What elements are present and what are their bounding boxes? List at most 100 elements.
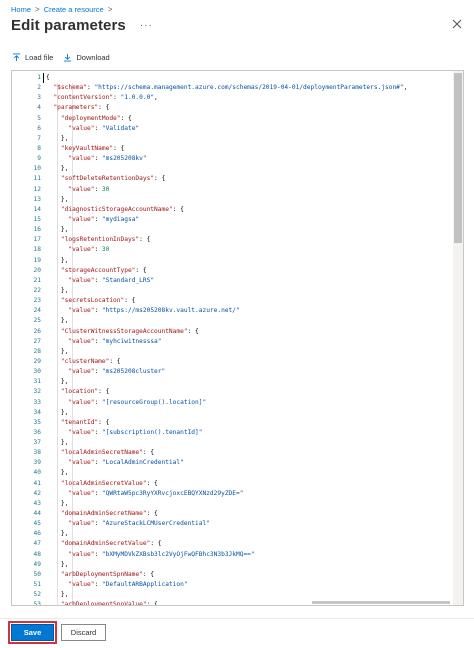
code-line: "value": 30 [46, 245, 451, 255]
line-number: 3 [37, 94, 41, 102]
footer-divider [0, 618, 474, 619]
code-token: }, [46, 317, 69, 325]
line-number: 38 [33, 449, 41, 457]
code-token: }, [46, 560, 69, 568]
code-token: "domainAdminSecretValue" [46, 540, 151, 548]
code-line: "value": "ms205208kv" [46, 154, 451, 164]
load-file-button[interactable]: Load file [12, 53, 53, 62]
discard-button[interactable]: Discard [61, 624, 106, 641]
code-token: { [46, 74, 50, 81]
code-token: "value" [46, 428, 95, 436]
code-line: }, [46, 134, 451, 144]
code-token: "secretsLocation" [46, 297, 125, 305]
code-line: "value": 30 [46, 185, 451, 195]
scrollbar-thumb[interactable] [454, 73, 462, 243]
code-token: : [94, 155, 102, 163]
code-token: }, [46, 499, 69, 507]
code-token: "$schema" [46, 84, 87, 92]
code-token: : { [142, 449, 155, 457]
code-token: }, [46, 469, 69, 477]
code-token: : [94, 368, 102, 376]
code-token: "domainAdminSecretName" [46, 510, 147, 518]
code-line: "keyVaultName": { [46, 144, 451, 154]
code-token: : { [146, 510, 158, 518]
line-number: 16 [33, 226, 41, 234]
line-number: 28 [33, 347, 41, 355]
code-token: "storageAccountType" [46, 266, 136, 274]
code-token: "tenantId" [46, 418, 99, 426]
code-token: : [94, 337, 102, 345]
code-line: "softDeleteRetentionDays": { [46, 174, 451, 184]
close-icon[interactable] [451, 18, 463, 30]
code-line: "localAdminSecretName": { [46, 448, 451, 458]
line-number: 36 [33, 428, 41, 436]
code-token: "[resourceGroup().location]" [101, 398, 207, 406]
code-line: "$schema": "https://schema.management.az… [46, 83, 451, 93]
code-line: }, [46, 529, 451, 539]
code-token: "deploymentMode" [46, 114, 121, 122]
code-token: : [94, 398, 102, 406]
line-number: 8 [37, 144, 41, 152]
line-number: 44 [33, 510, 41, 518]
more-options-icon[interactable]: ··· [140, 20, 153, 31]
code-area[interactable]: { "$schema": "https://schema.management.… [46, 71, 451, 605]
code-token: "value" [46, 246, 95, 254]
code-token: : [94, 581, 102, 589]
line-number: 49 [33, 560, 41, 568]
line-number: 23 [33, 297, 41, 305]
line-number: 13 [33, 195, 41, 203]
code-line: }, [46, 408, 451, 418]
code-token: "value" [46, 581, 95, 589]
line-number: 47 [33, 540, 41, 548]
line-number: 43 [33, 499, 41, 507]
code-token: "value" [46, 550, 95, 558]
code-token: "value" [46, 337, 95, 345]
code-token: "softDeleteRetentionDays" [46, 175, 155, 183]
code-line: "location": { [46, 387, 451, 397]
code-token: }, [46, 347, 69, 355]
code-token: : [94, 459, 102, 467]
code-token: "value" [46, 307, 95, 315]
line-number: 19 [33, 256, 41, 264]
line-number: 31 [33, 378, 41, 386]
code-token: : [94, 246, 102, 254]
code-line: "value": "bXMyMDVkZXBsb3lc2VyOjFwQFBhc3N… [46, 550, 451, 560]
code-token: "arbDeploymentSpnName" [46, 570, 143, 578]
line-number: 50 [33, 570, 41, 578]
code-token: : { [142, 570, 155, 578]
code-token: }, [46, 286, 69, 294]
vertical-scrollbar[interactable] [453, 71, 463, 605]
line-number: 12 [33, 185, 41, 193]
code-line: }, [46, 560, 451, 570]
code-token: , [154, 94, 158, 102]
code-token: "Standard_LRS" [101, 276, 155, 284]
code-line: "parameters": { [46, 103, 451, 113]
code-line: "value": "[subscription().tenantId]" [46, 428, 451, 438]
download-button[interactable]: Download [63, 53, 110, 62]
code-line: }, [46, 347, 451, 357]
code-line: "domainAdminSecretValue": { [46, 539, 451, 549]
load-file-label: Load file [25, 52, 54, 62]
code-token: 30 [101, 246, 110, 254]
code-token: "myhciwitnesssa" [101, 337, 162, 345]
code-line: "logsRetentionInDays": { [46, 235, 451, 245]
horizontal-scrollbar-thumb[interactable] [312, 601, 450, 604]
upload-icon [12, 52, 21, 61]
code-token: : [94, 428, 102, 436]
code-line: "arbDeploymentSpnName": { [46, 570, 451, 580]
code-token: "https://schema.management.azure.com/sch… [94, 84, 404, 92]
line-number: 37 [33, 439, 41, 447]
code-token: "value" [46, 124, 95, 132]
line-number: 46 [33, 530, 41, 538]
code-token: : { [98, 418, 110, 426]
code-token: "value" [46, 489, 95, 497]
code-token: "bXMyMDVkZXBsb3lc2VyOjFwQFBhc3N3b3JkMQ==… [101, 550, 255, 558]
save-button[interactable]: Save [8, 621, 57, 644]
json-editor[interactable]: 1 2 3 4 5 6 7 8 9 10 11 12 13 14 15 16 17 18 19 20 21 22 23 24 2… [11, 70, 464, 606]
code-line: }, [46, 499, 451, 509]
code-line: "secretsLocation": { [46, 296, 451, 306]
code-token: "ms205208kv" [101, 155, 147, 163]
code-line: "clusterName": { [46, 357, 451, 367]
line-number: 1 [37, 74, 41, 81]
line-number: 42 [33, 489, 41, 497]
